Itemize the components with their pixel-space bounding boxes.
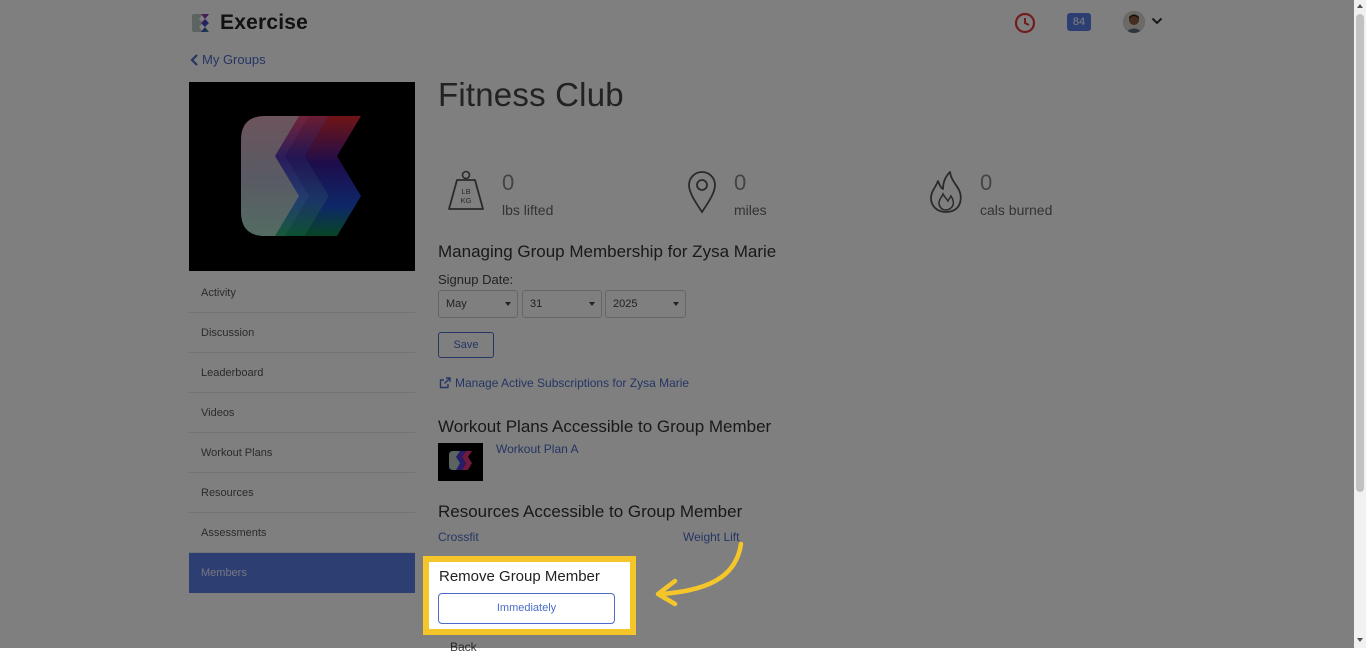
group-logo-icon	[241, 116, 361, 236]
workout-plan-link[interactable]: Workout Plan A	[496, 442, 579, 456]
caret-down-icon	[673, 302, 679, 306]
sidebar-item-members[interactable]: Members	[189, 553, 415, 593]
bottom-partial-text: Back	[450, 640, 477, 654]
back-link[interactable]: My Groups	[190, 52, 266, 67]
signup-day-value: 31	[530, 298, 543, 310]
signup-date-label: Signup Date:	[438, 272, 514, 287]
stat-label: miles	[734, 202, 767, 218]
workout-plans-heading: Workout Plans Accessible to Group Member	[438, 417, 772, 436]
stat-value: 0	[502, 170, 515, 195]
sidebar-item-videos[interactable]: Videos	[189, 393, 415, 433]
group-sidebar: Activity Discussion Leaderboard Videos W…	[189, 273, 415, 593]
page: Exercise 84 My Groups Activity Discussio…	[0, 0, 1366, 654]
back-link-label: My Groups	[202, 52, 266, 67]
workout-plan-thumbnail[interactable]	[438, 443, 483, 481]
signup-year-select[interactable]: 2025	[605, 290, 686, 318]
stat-miles: 0 miles	[686, 170, 767, 218]
weight-icon-top-text: LB	[461, 187, 470, 196]
sidebar-item-workout-plans[interactable]: Workout Plans	[189, 433, 415, 473]
remove-immediately-button[interactable]: Immediately	[438, 593, 615, 624]
avatar[interactable]	[1123, 11, 1145, 33]
caret-down-icon	[589, 302, 595, 306]
stat-lbs-lifted: LB KG 0 lbs lifted	[446, 170, 553, 218]
app-name: Exercise	[220, 11, 309, 34]
signup-month-select[interactable]: May	[438, 290, 518, 318]
clock-icon[interactable]	[1014, 12, 1036, 34]
sidebar-item-activity[interactable]: Activity	[189, 273, 415, 313]
manage-subscriptions-link[interactable]: Manage Active Subscriptions for Zysa Mar…	[439, 376, 689, 390]
chevron-left-icon	[190, 53, 198, 66]
group-image	[189, 82, 415, 271]
sidebar-item-resources[interactable]: Resources	[189, 473, 415, 513]
map-pin-icon	[688, 171, 716, 214]
plan-logo-icon	[449, 451, 472, 470]
resource-link-crossfit[interactable]: Crossfit	[438, 530, 479, 544]
manage-subscriptions-label: Manage Active Subscriptions for Zysa Mar…	[455, 376, 690, 390]
sidebar-item-leaderboard[interactable]: Leaderboard	[189, 353, 415, 393]
stat-cals-burned: 0 cals burned	[928, 170, 1052, 218]
save-button[interactable]: Save	[438, 332, 494, 358]
sidebar-item-assessments[interactable]: Assessments	[189, 513, 415, 553]
brand[interactable]: Exercise	[190, 11, 308, 35]
scroll-down-icon[interactable]	[1357, 638, 1363, 642]
remove-member-heading: Remove Group Member	[439, 568, 600, 585]
caret-down-icon	[505, 302, 511, 306]
chevron-down-icon[interactable]	[1151, 16, 1163, 26]
weight-icon-bottom-text: KG	[461, 196, 472, 205]
resources-heading: Resources Accessible to Group Member	[438, 502, 743, 521]
page-scrollbar[interactable]	[1354, 0, 1366, 648]
remove-member-callout: Remove Group Member Immediately	[423, 556, 636, 635]
brand-logo-icon	[192, 14, 209, 32]
pointer-arrow-icon	[655, 541, 744, 607]
stat-label: lbs lifted	[502, 202, 554, 218]
flame-icon	[930, 171, 962, 213]
scroll-up-icon[interactable]	[1357, 4, 1363, 8]
stat-label: cals burned	[980, 202, 1053, 218]
stat-value: 0	[734, 170, 747, 195]
signup-year-value: 2025	[613, 298, 638, 310]
signup-day-select[interactable]: 31	[522, 290, 602, 318]
sidebar-item-discussion[interactable]: Discussion	[189, 313, 415, 353]
scroll-thumb[interactable]	[1356, 14, 1364, 492]
external-link-icon	[439, 377, 451, 389]
stat-value: 0	[980, 170, 993, 195]
page-title: Fitness Club	[438, 76, 624, 113]
weight-icon: LB KG	[448, 170, 484, 210]
avatar-image	[1123, 11, 1145, 33]
membership-heading: Managing Group Membership for Zysa Marie	[438, 242, 777, 261]
notification-badge[interactable]: 84	[1067, 13, 1091, 31]
signup-month-value: May	[446, 298, 467, 310]
